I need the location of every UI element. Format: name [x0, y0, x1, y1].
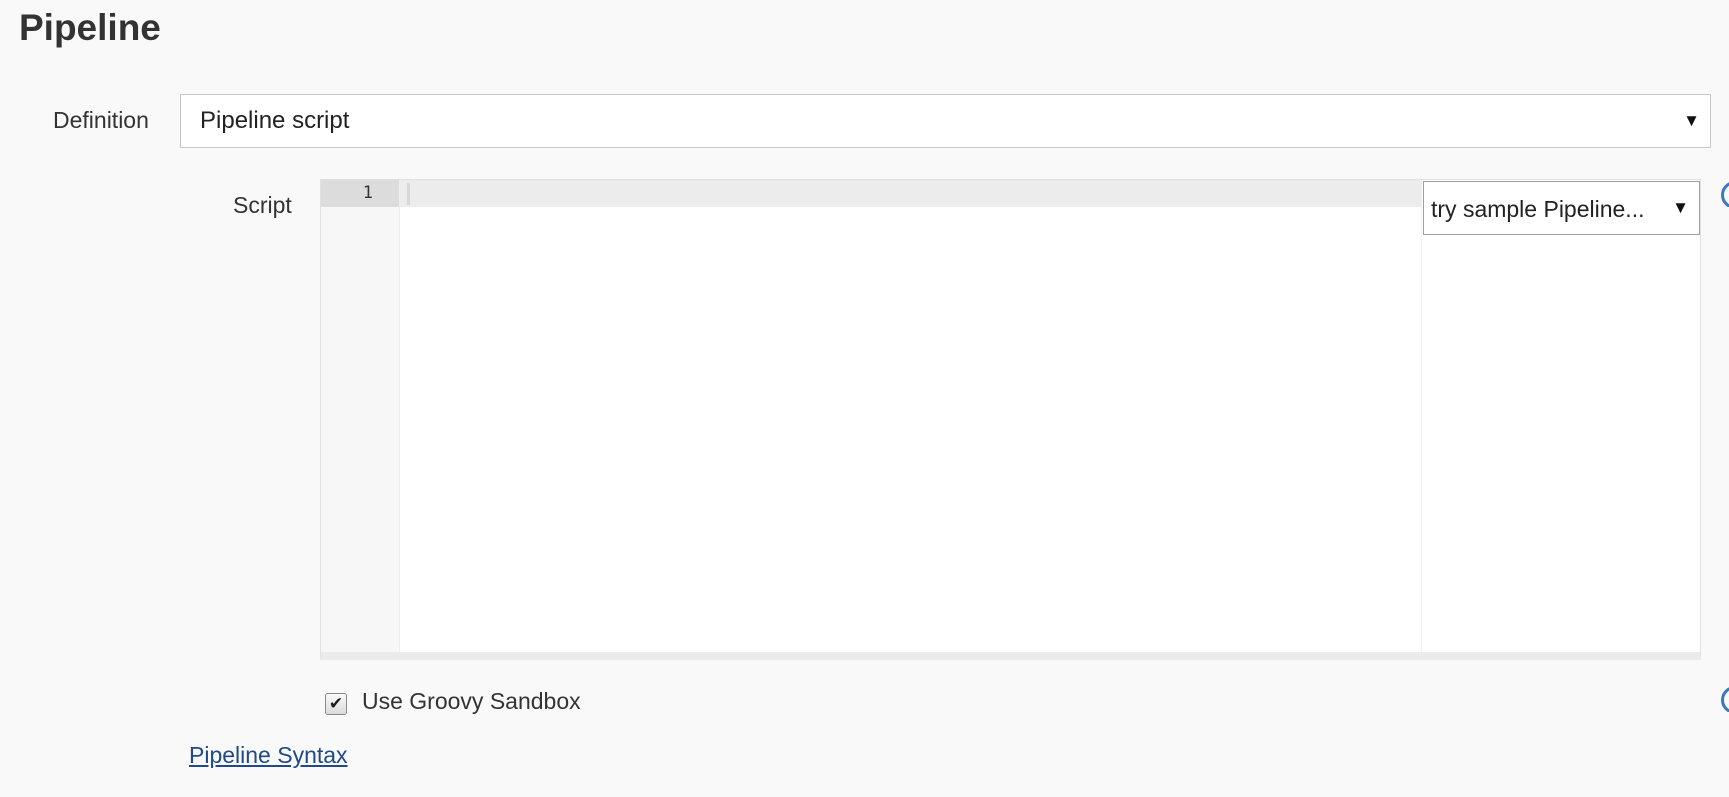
editor-side-panel: [1421, 180, 1700, 652]
script-label: Script: [233, 192, 292, 218]
help-icon-ring: [1721, 181, 1729, 207]
script-editor[interactable]: 1: [320, 179, 1701, 660]
help-icon[interactable]: [1721, 181, 1729, 207]
line-number-gutter: 1: [321, 180, 400, 652]
help-icon[interactable]: [1721, 686, 1729, 712]
definition-label: Definition: [53, 107, 149, 133]
help-icon-ring: [1721, 686, 1729, 712]
sample-selected-value: try sample Pipeline...: [1431, 196, 1645, 222]
pipeline-config-section: Pipeline Definition Pipeline script ▼ Sc…: [0, 0, 1729, 797]
text-cursor: [407, 183, 410, 205]
line-number: 1: [362, 183, 373, 203]
dropdown-arrow-icon: ▼: [1672, 198, 1689, 217]
definition-selected-value: Pipeline script: [200, 107, 350, 134]
dropdown-arrow-icon: ▼: [1683, 111, 1700, 130]
checkmark-icon: ✔: [328, 694, 344, 713]
try-sample-pipeline-select[interactable]: try sample Pipeline... ▼: [1423, 181, 1700, 235]
use-groovy-sandbox-checkbox[interactable]: ✔: [325, 693, 347, 715]
use-groovy-sandbox-label: Use Groovy Sandbox: [362, 688, 581, 714]
pipeline-syntax-link[interactable]: Pipeline Syntax: [189, 740, 348, 770]
definition-select[interactable]: Pipeline script ▼: [180, 94, 1711, 148]
section-title: Pipeline: [19, 7, 161, 48]
